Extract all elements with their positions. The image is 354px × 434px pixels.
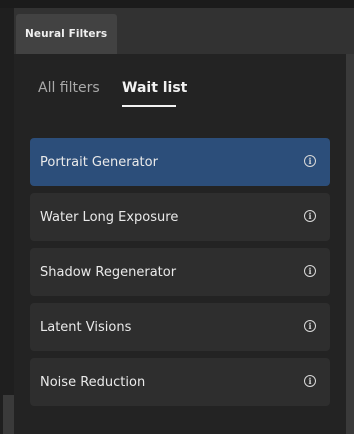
filter-item-shadow-regenerator[interactable]: Shadow Regenerator i [30,248,330,296]
filter-label: Water Long Exposure [40,209,179,225]
filter-item-noise-reduction[interactable]: Noise Reduction i [30,358,330,406]
neural-filters-panel: Neural Filters All filters Wait list Por… [0,0,354,434]
filter-label: Noise Reduction [40,374,146,390]
info-icon[interactable]: i [304,155,316,167]
active-tab-underline [122,105,176,107]
info-icon[interactable]: i [304,265,316,277]
filter-item-portrait-generator[interactable]: Portrait Generator i [30,138,330,186]
info-icon[interactable]: i [304,210,316,222]
tab-label: Neural Filters [25,28,108,40]
info-icon[interactable]: i [304,375,316,387]
filter-label: Portrait Generator [40,154,158,170]
top-bar [0,0,354,8]
filter-label: Latent Visions [40,319,132,335]
tab-wait-list[interactable]: Wait list [122,80,187,96]
info-icon[interactable]: i [304,320,316,332]
filter-item-water-long-exposure[interactable]: Water Long Exposure i [30,193,330,241]
filter-label: Shadow Regenerator [40,264,177,280]
filter-item-latent-visions[interactable]: Latent Visions i [30,303,330,351]
tab-neural-filters[interactable]: Neural Filters [16,14,117,54]
left-edge-lower [3,395,14,434]
tab-all-filters[interactable]: All filters [38,80,100,96]
right-edge [346,54,354,434]
left-edge [0,8,14,434]
